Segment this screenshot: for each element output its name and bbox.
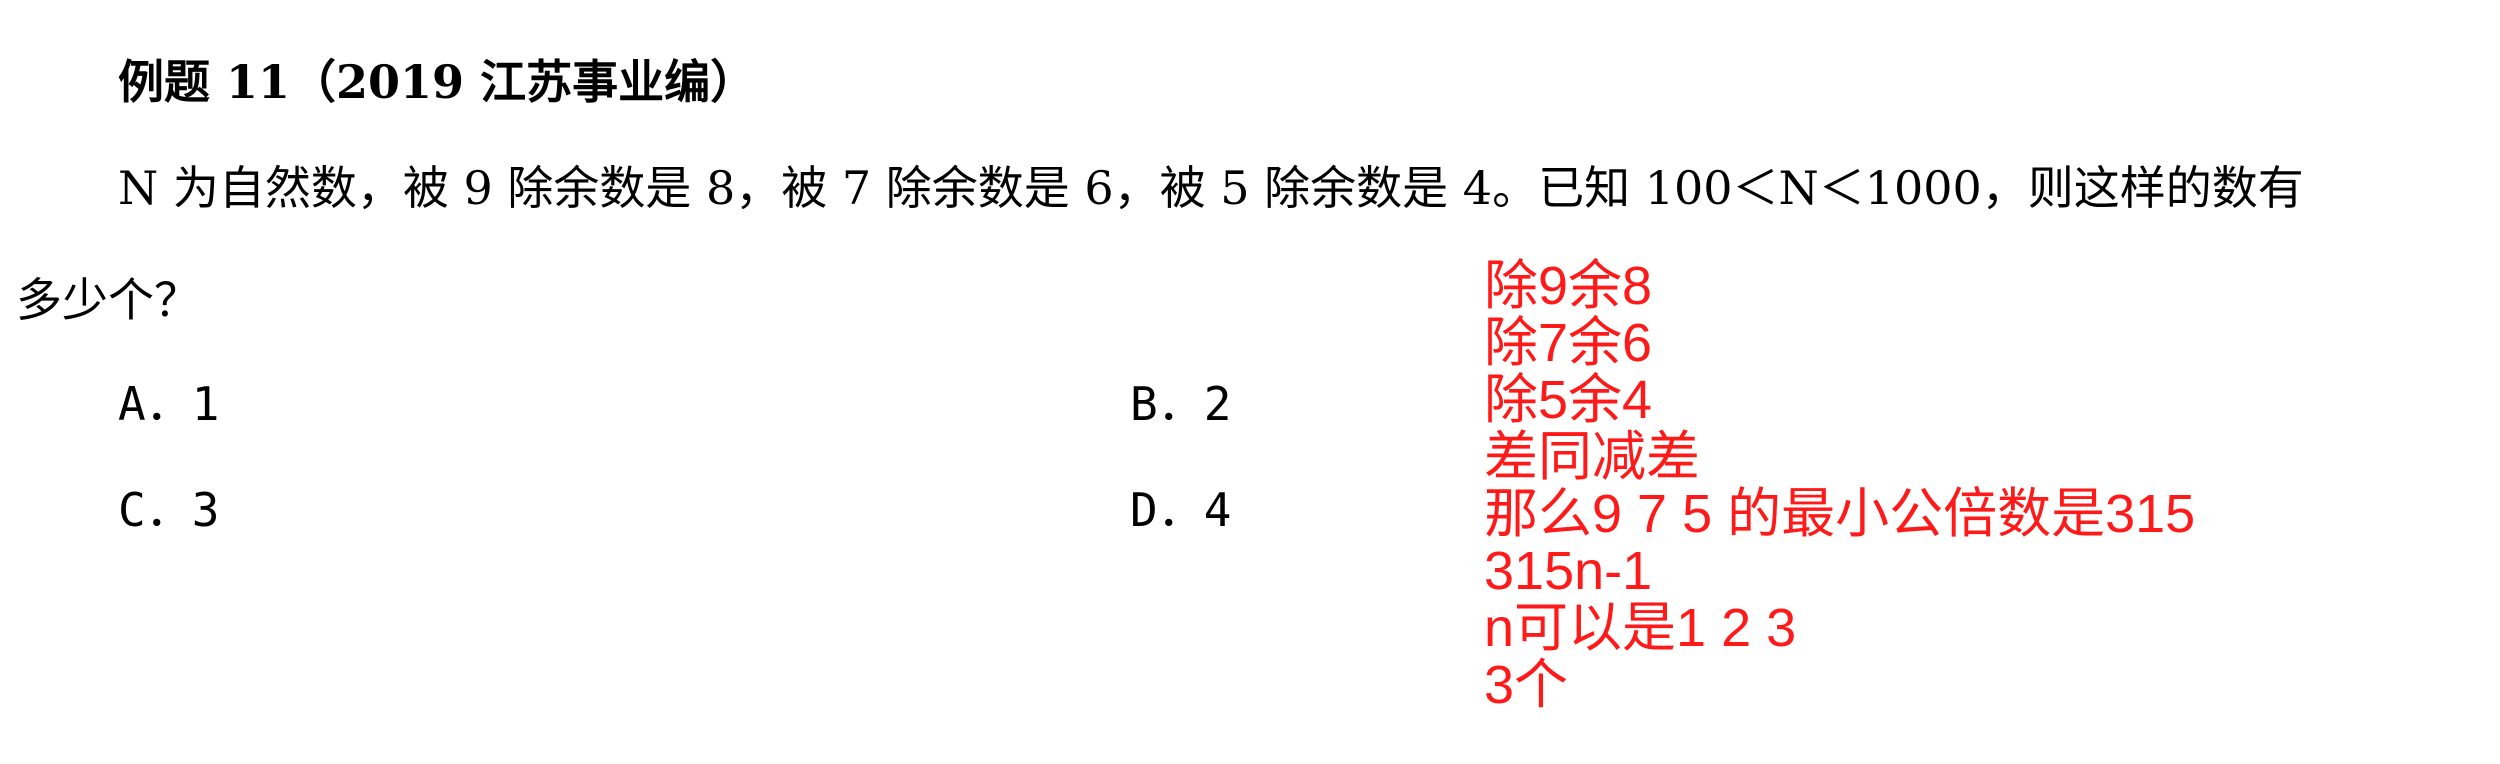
note-line: 除5余4 (1484, 370, 1653, 430)
option-b[interactable]: B．2 (1130, 374, 1231, 434)
note-line: 315n-1 (1484, 541, 1653, 601)
note-line: 除9余8 (1484, 256, 1653, 316)
option-d[interactable]: D．4 (1130, 480, 1231, 540)
note-line: n可以是1 2 3 (1484, 598, 1797, 658)
note-line: 那么9 7 5 的最小公倍数是315 (1484, 484, 2196, 544)
question-text-line-1: N 为自然数，被 9 除余数是 8，被 7 除余数是 6，被 5 除余数是 4。… (118, 161, 2304, 215)
problem-title: 例题 11（2019 江苏事业编） (118, 55, 757, 109)
note-line: 3个 (1484, 655, 1569, 715)
question-text-line-2: 多少个？ (16, 273, 200, 327)
handwritten-solution-notes: 除9余8 除7余6 除5余4 差同减差 那么9 7 5 的最小公倍数是315 3… (1484, 258, 2195, 714)
option-c[interactable]: C．3 (118, 480, 219, 540)
note-line: 差同减差 (1484, 427, 1700, 487)
option-a[interactable]: A．1 (118, 374, 219, 434)
note-line: 除7余6 (1484, 313, 1653, 373)
